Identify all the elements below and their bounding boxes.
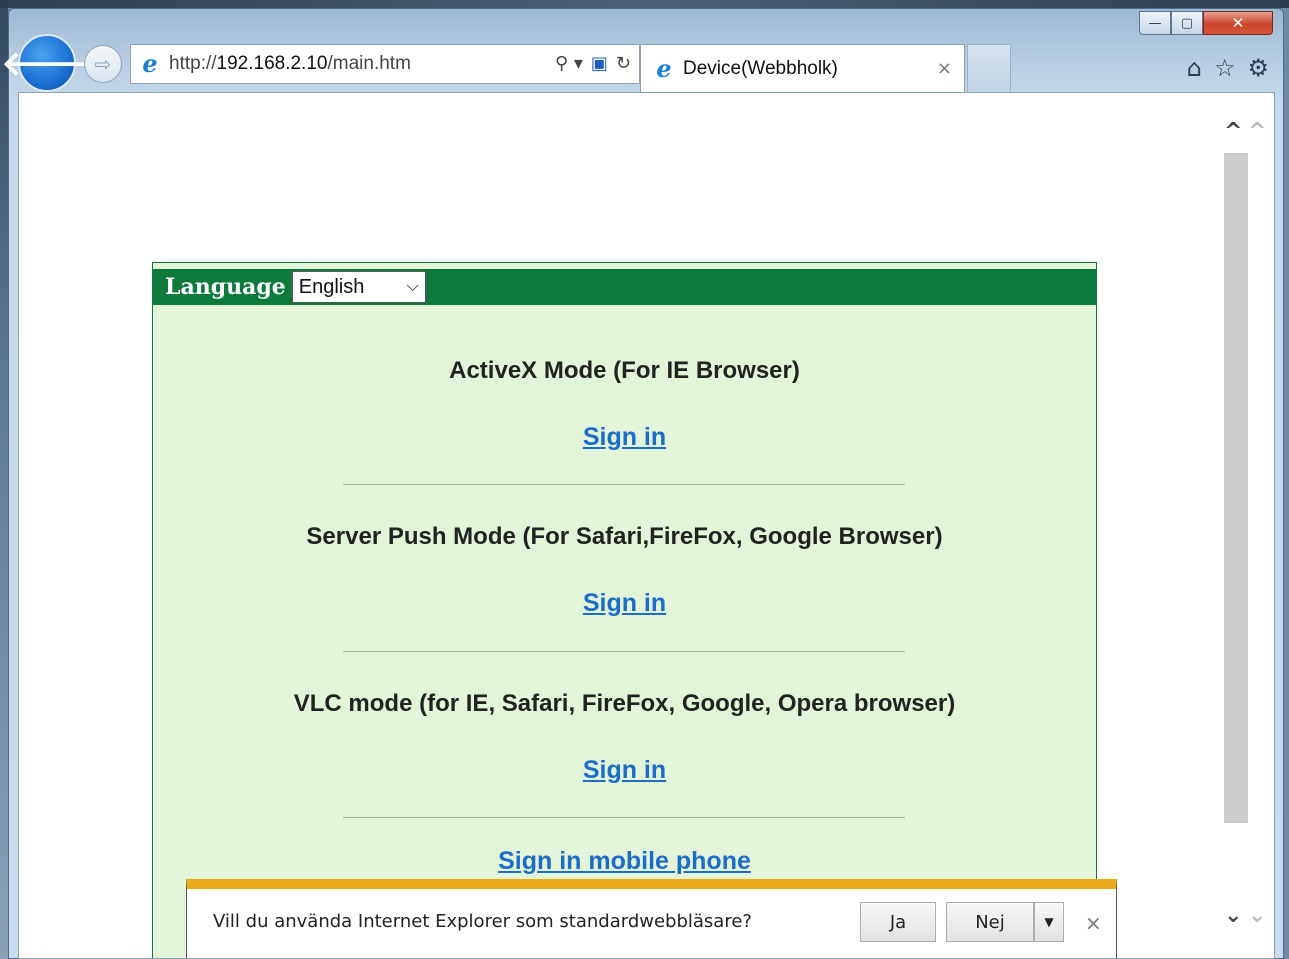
activex-section: ActiveX Mode (For IE Browser) bbox=[153, 357, 1096, 385]
language-header: Language English ⌵ bbox=[153, 263, 1096, 305]
scroll-down-icon[interactable]: ⌄ bbox=[1224, 903, 1242, 928]
scroll-up-icon[interactable]: ^ bbox=[1224, 119, 1242, 144]
new-tab-button[interactable] bbox=[967, 44, 1011, 92]
maximize-button[interactable]: ▢ bbox=[1171, 11, 1203, 35]
language-select[interactable]: English ⌵ bbox=[291, 271, 426, 303]
address-bar[interactable]: e http://192.168.2.10/main.htm ⚲ ▾ ▣ ↻ bbox=[130, 44, 640, 84]
url-text[interactable]: http://192.168.2.10/main.htm bbox=[169, 53, 411, 75]
address-bar-tools: ⚲ ▾ ▣ ↻ bbox=[555, 53, 631, 74]
notification-text: Vill du använda Internet Explorer som st… bbox=[213, 911, 752, 932]
divider bbox=[343, 817, 905, 818]
forward-button[interactable]: ⇨ bbox=[84, 45, 122, 83]
gear-icon[interactable]: ⚙ bbox=[1247, 54, 1269, 82]
scroll-down-icon[interactable]: ⌄ bbox=[1248, 903, 1266, 928]
divider bbox=[343, 484, 905, 485]
language-selected-value: English bbox=[298, 275, 365, 298]
server-push-signin-row: Sign in bbox=[153, 589, 1096, 618]
compatibility-view-icon[interactable]: ▣ bbox=[591, 53, 608, 74]
arrow-right-icon: ⇨ bbox=[94, 52, 112, 76]
url-host: 192.168.2.10 bbox=[216, 53, 328, 74]
favorites-star-icon[interactable]: ☆ bbox=[1214, 54, 1236, 82]
caret-down-icon: ▼ bbox=[1044, 915, 1054, 929]
divider bbox=[343, 651, 905, 652]
tab-device[interactable]: e Device(Webbholk) × bbox=[640, 44, 965, 92]
desktop-edge bbox=[0, 0, 8, 959]
ie-logo-icon: e bbox=[656, 53, 672, 83]
close-tab-icon[interactable]: × bbox=[937, 58, 952, 79]
vlc-section: VLC mode (for IE, Safari, FireFox, Googl… bbox=[153, 690, 1096, 718]
desktop-top-edge bbox=[0, 0, 1289, 8]
no-button[interactable]: Nej bbox=[946, 902, 1034, 942]
ie-logo-icon: e bbox=[142, 49, 158, 78]
tab-title: Device(Webbholk) bbox=[683, 57, 838, 79]
scrollbar-thumb[interactable] bbox=[1224, 153, 1248, 823]
activex-sign-in-link[interactable]: Sign in bbox=[583, 423, 666, 451]
page-viewport: Language English ⌵ ActiveX Mode (For IE … bbox=[18, 92, 1275, 959]
mobile-sign-in-link[interactable]: Sign in mobile phone bbox=[498, 847, 751, 875]
scroll-up-icon[interactable]: ^ bbox=[1248, 119, 1266, 144]
browser-toolbar-right: ⌂ ☆ ⚙ bbox=[1187, 54, 1269, 82]
search-icon[interactable]: ⚲ ▾ bbox=[555, 53, 583, 74]
minimize-button[interactable]: — bbox=[1139, 11, 1171, 35]
vertical-scrollbar[interactable]: ^ ^ ⌄ ⌄ bbox=[1216, 93, 1274, 958]
back-button[interactable]: 🡐 bbox=[1, 34, 93, 92]
mobile-signin-row: Sign in mobile phone bbox=[153, 847, 1096, 876]
arrow-left-icon: 🡐 bbox=[1, 43, 93, 84]
vlc-signin-row: Sign in bbox=[153, 756, 1096, 785]
vlc-mode-title: VLC mode (for IE, Safari, FireFox, Googl… bbox=[293, 690, 956, 717]
server-push-mode-title: Server Push Mode (For Safari,FireFox, Go… bbox=[306, 523, 943, 550]
window-caption-buttons: — ▢ ✕ bbox=[1139, 11, 1273, 35]
vlc-sign-in-link[interactable]: Sign in bbox=[583, 756, 666, 784]
activex-mode-title: ActiveX Mode (For IE Browser) bbox=[449, 357, 800, 384]
login-panel: Language English ⌵ ActiveX Mode (For IE … bbox=[152, 262, 1097, 958]
default-browser-notification: Vill du använda Internet Explorer som st… bbox=[186, 879, 1117, 958]
url-prefix: http:// bbox=[169, 53, 217, 74]
close-notification-icon[interactable]: × bbox=[1085, 911, 1102, 935]
home-icon[interactable]: ⌂ bbox=[1187, 54, 1202, 82]
language-label: Language bbox=[165, 274, 286, 300]
chevron-down-icon: ⌵ bbox=[406, 278, 419, 295]
activex-signin-row: Sign in bbox=[153, 423, 1096, 452]
close-window-button[interactable]: ✕ bbox=[1203, 11, 1273, 35]
options-dropdown-button[interactable]: ▼ bbox=[1034, 902, 1064, 942]
server-push-section: Server Push Mode (For Safari,FireFox, Go… bbox=[153, 523, 1096, 551]
yes-button[interactable]: Ja bbox=[860, 902, 936, 942]
url-path: /main.htm bbox=[327, 53, 411, 74]
server-push-sign-in-link[interactable]: Sign in bbox=[583, 589, 666, 617]
refresh-icon[interactable]: ↻ bbox=[616, 53, 631, 74]
